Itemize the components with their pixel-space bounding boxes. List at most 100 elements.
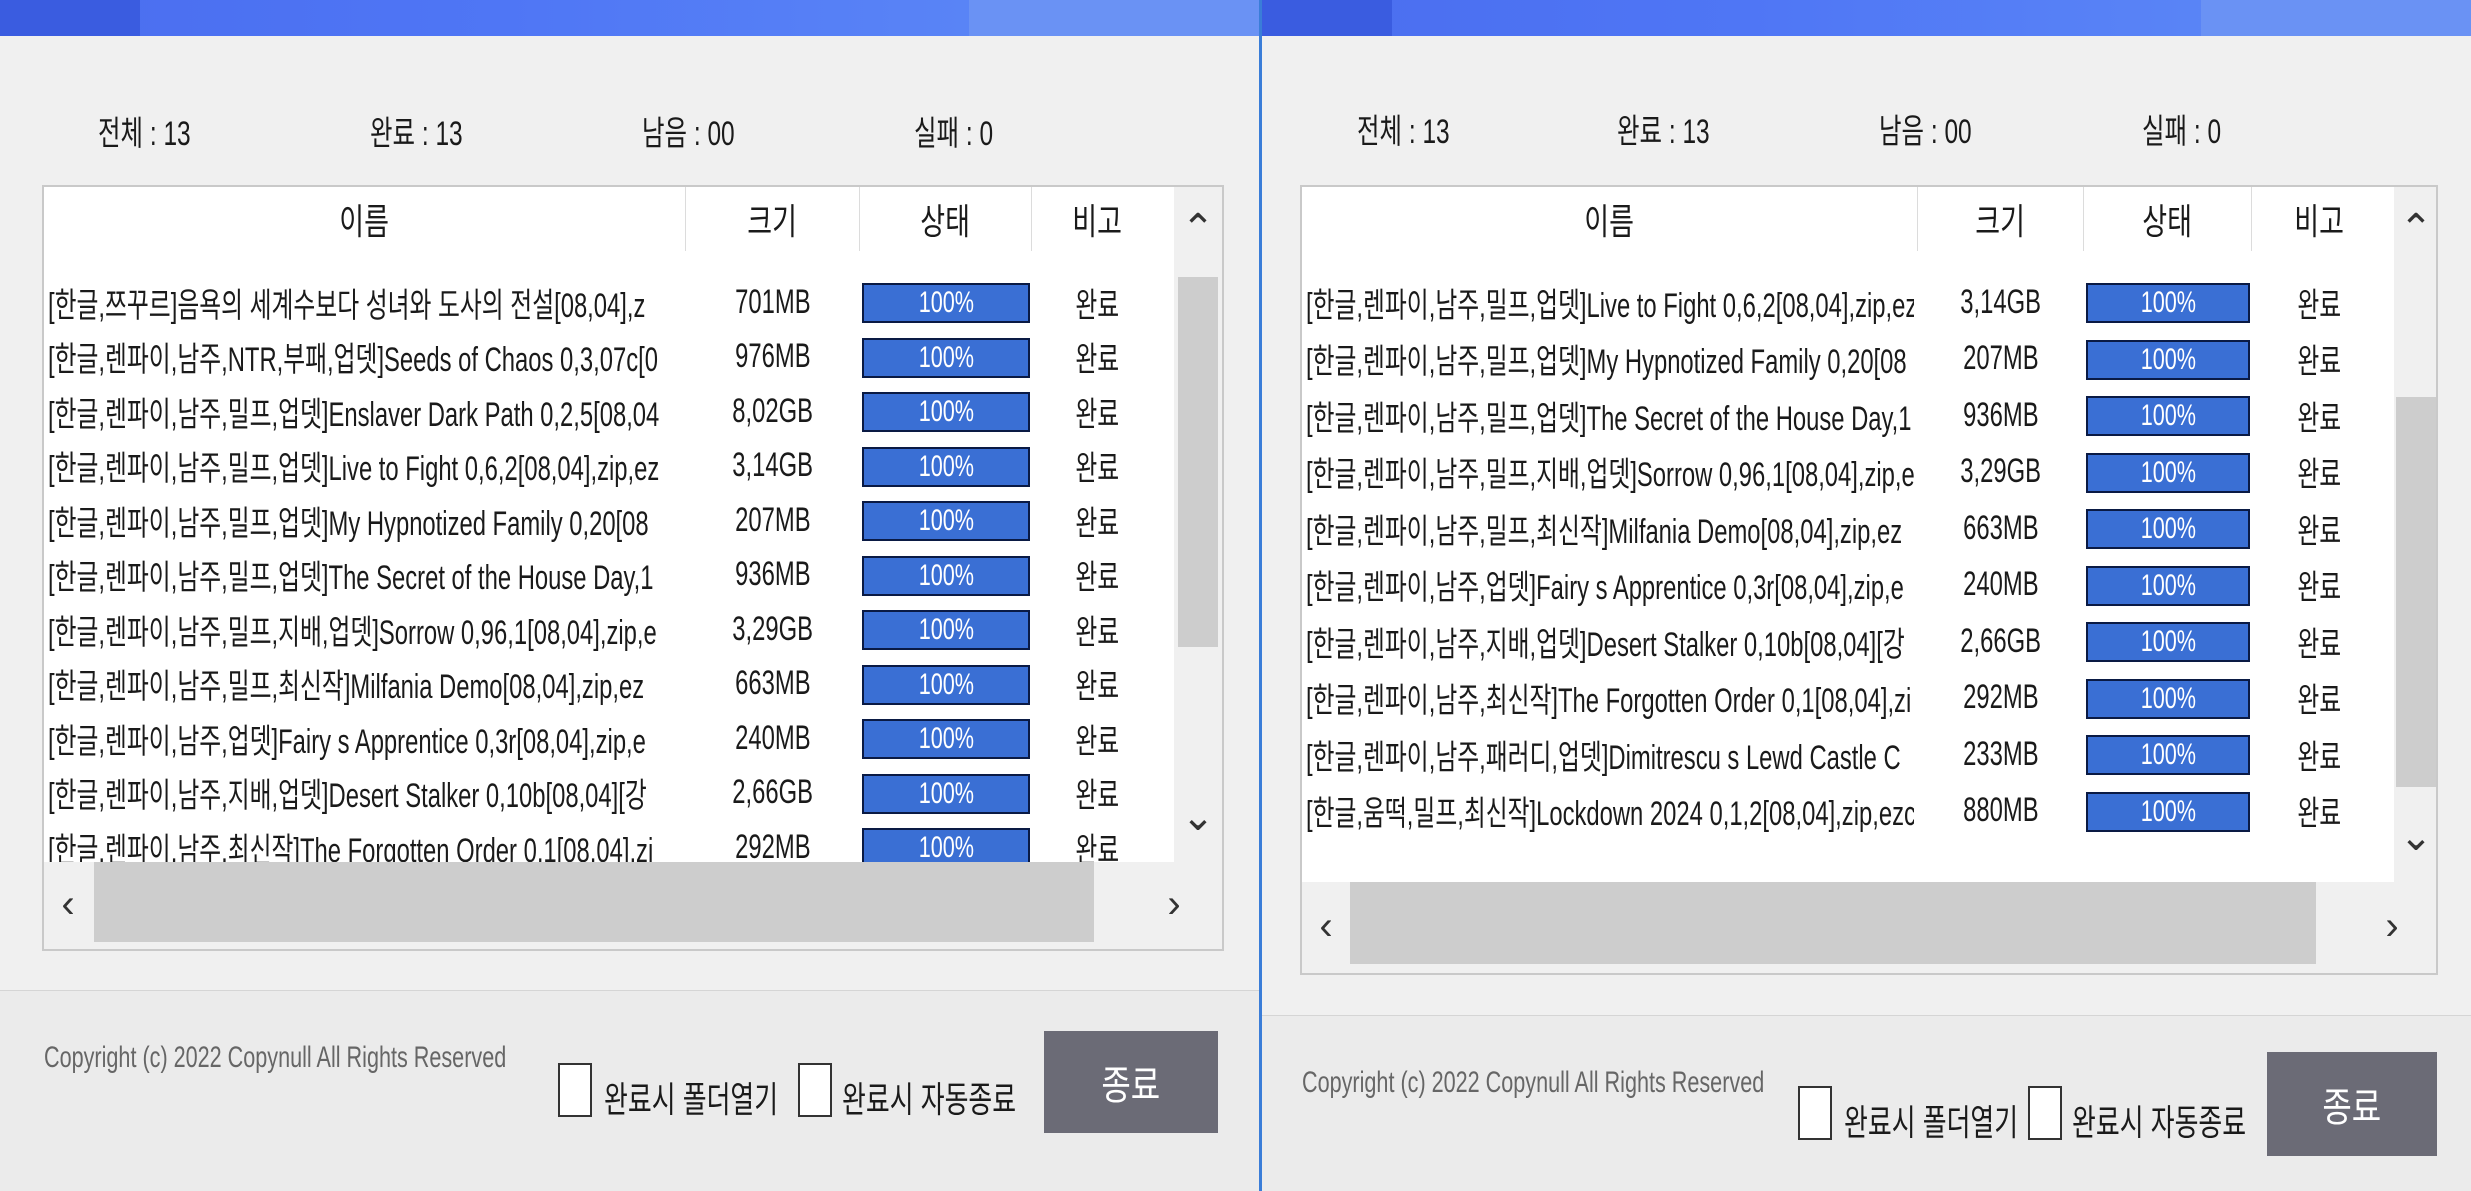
table-row[interactable]: [한글,렌파이,남주,패러디,업뎃]Dimitrescu s Lewd Cast… [1302, 727, 2392, 781]
column-header-size[interactable]: 크기 [686, 187, 860, 251]
table-row[interactable]: [한글,렌파이,남주,밀프,업뎃]Live to Fight 0,6,2[08,… [1302, 275, 2392, 329]
file-name: [한글,렌파이,남주,패러디,업뎃]Dimitrescu s Lewd Cast… [1306, 738, 1901, 777]
horizontal-scroll-thumb[interactable] [1350, 882, 2316, 964]
progress-bar: 100% [2086, 735, 2250, 775]
horizontal-scroll-thumb[interactable] [94, 862, 1094, 942]
file-name: [한글,움떡,밀프,최신작]Lockdown 2024 0,1,2[08,04]… [1306, 795, 1914, 833]
failed-count: 실패 : 0 [2142, 113, 2222, 151]
file-size: 3,29GB [732, 609, 814, 648]
download-list[interactable]: 이름 크기 상태 비고 [한글,쯔꾸르]음욕의 세계수보다 성녀와 도사의 전설… [42, 185, 1224, 951]
footer: Copyright (c) 2022 Copynull All Rights R… [1262, 1015, 2471, 1191]
table-row[interactable]: [한글,렌파이,남주,밀프,업뎃]My Hypnotized Family 0,… [44, 493, 1172, 547]
file-size: 701MB [735, 282, 811, 321]
chevron-down-icon[interactable]: ⌄ [2396, 817, 2436, 857]
table-row[interactable]: [한글,렌파이,남주,밀프,업뎃]Live to Fight 0,6,2[08,… [44, 439, 1172, 493]
table-row[interactable]: [한글,렌파이,남주,밀프,업뎃]The Secret of the House… [1302, 388, 2392, 442]
horizontal-scrollbar[interactable]: ‹ › [1302, 882, 2436, 973]
chevron-right-icon[interactable]: › [1154, 884, 1194, 924]
table-row[interactable]: [한글,렌파이,남주,밀프,업뎃]My Hypnotized Family 0,… [1302, 332, 2392, 386]
chevron-left-icon[interactable]: ‹ [48, 884, 88, 924]
table-row[interactable]: [한글,렌파이,남주,밀프,최신작]Milfania Demo[08,04],z… [44, 657, 1172, 711]
table-row[interactable]: [한글,렌파이,남주,최신작]The Forgotten Order 0,1[0… [1302, 671, 2392, 725]
exit-button[interactable]: 종료 [1044, 1031, 1218, 1133]
status-note: 완료 [1075, 341, 1119, 379]
table-row[interactable]: [한글,쯔꾸르]음욕의 세계수보다 성녀와 도사의 전설[08,04],z 701… [44, 275, 1172, 329]
table-row[interactable]: [한글,렌파이,남주,밀프,지배,업뎃]Sorrow 0,96,1[08,04]… [44, 602, 1172, 656]
chevron-down-icon[interactable]: ⌄ [1178, 797, 1218, 837]
chevron-up-icon[interactable]: ⌃ [2396, 209, 2436, 249]
file-size: 240MB [735, 718, 811, 757]
file-size: 2,66GB [732, 773, 814, 811]
done-count: 완료 : 13 [1617, 113, 1710, 151]
file-size: 936MB [1963, 395, 2039, 434]
vertical-scrollbar[interactable]: ⌃ ⌄ [2394, 187, 2436, 882]
title-bar[interactable] [0, 0, 1259, 36]
file-size: 207MB [735, 500, 811, 539]
chevron-left-icon[interactable]: ‹ [1306, 906, 1346, 946]
file-size: 292MB [1963, 678, 2039, 716]
column-header-note[interactable]: 비고 [1032, 187, 1162, 251]
progress-bar: 100% [862, 283, 1030, 323]
file-name: [한글,렌파이,남주,밀프,업뎃]Enslaver Dark Path 0,2,… [48, 395, 660, 434]
exit-button[interactable]: 종료 [2267, 1052, 2437, 1156]
status-note: 완료 [1075, 504, 1119, 543]
file-name: [한글,렌파이,남주,지배,업뎃]Desert Stalker 0,10b[08… [1306, 625, 1905, 664]
title-bar-segment [0, 0, 140, 36]
status-note: 완료 [2297, 738, 2341, 777]
status-note: 완료 [1075, 286, 1119, 325]
table-row[interactable]: [한글,렌파이,남주,밀프,업뎃]Enslaver Dark Path 0,2,… [44, 384, 1172, 438]
progress-bar: 100% [2086, 283, 2250, 323]
copyright-text: Copyright (c) 2022 Copynull All Rights R… [1302, 1066, 1765, 1099]
progress-bar: 100% [862, 664, 1030, 705]
vertical-scroll-thumb[interactable] [2396, 397, 2436, 787]
status-note: 완료 [1075, 395, 1119, 434]
total-count: 전체 : 13 [98, 115, 191, 153]
file-name: [한글,렌파이,남주,업뎃]Fairy s Apprentice 0,3r[08… [48, 722, 646, 761]
file-name: [한글,렌파이,남주,밀프,업뎃]My Hypnotized Family 0,… [48, 504, 649, 543]
column-header-status[interactable]: 상태 [860, 187, 1032, 251]
download-list[interactable]: 이름 크기 상태 비고 [한글,렌파이,남주,밀프,업뎃]Live to Fig… [1300, 185, 2438, 975]
column-header-name[interactable]: 이름 [44, 187, 686, 251]
table-row[interactable]: [한글,렌파이,남주,밀프,업뎃]The Secret of the House… [44, 548, 1172, 602]
status-note: 완료 [2297, 286, 2341, 325]
horizontal-scrollbar[interactable]: ‹ › [44, 862, 1222, 949]
open-folder-checkbox[interactable] [558, 1063, 592, 1117]
table-row[interactable]: [한글,움떡,밀프,최신작]Lockdown 2024 0,1,2[08,04]… [1302, 784, 2392, 838]
table-row[interactable]: [한글,렌파이,남주,지배,업뎃]Desert Stalker 0,10b[08… [1302, 614, 2392, 668]
column-header-size[interactable]: 크기 [1918, 187, 2084, 251]
progress-bar: 100% [862, 392, 1030, 432]
chevron-up-icon[interactable]: ⌃ [1178, 209, 1218, 249]
file-size: 663MB [735, 664, 811, 702]
vertical-scroll-thumb[interactable] [1178, 277, 1218, 647]
status-note: 완료 [1075, 450, 1119, 488]
column-header-status[interactable]: 상태 [2084, 187, 2252, 251]
auto-exit-checkbox[interactable] [2028, 1086, 2062, 1140]
chevron-right-icon[interactable]: › [2372, 906, 2412, 946]
table-row[interactable]: [한글,렌파이,남주,업뎃]Fairy s Apprentice 0,3r[08… [44, 711, 1172, 765]
table-row[interactable]: [한글,렌파이,남주,NTR,부패,업뎃]Seeds of Chaos 0,3,… [44, 330, 1172, 384]
status-note: 완료 [2297, 512, 2341, 551]
table-row[interactable]: [한글,렌파이,남주,업뎃]Fairy s Apprentice 0,3r[08… [1302, 558, 2392, 612]
vertical-scrollbar[interactable]: ⌃ ⌄ [1174, 187, 1222, 862]
column-header-name[interactable]: 이름 [1302, 187, 1918, 251]
table-row[interactable]: [한글,렌파이,남주,밀프,최신작]Milfania Demo[08,04],z… [1302, 501, 2392, 555]
status-note: 완료 [1075, 777, 1119, 815]
auto-exit-label: 완료시 자동종료 [842, 1079, 1017, 1120]
progress-bar: 100% [862, 610, 1030, 650]
status-note: 완료 [2297, 625, 2341, 664]
open-folder-checkbox[interactable] [1798, 1086, 1832, 1140]
progress-bar: 100% [862, 773, 1030, 814]
auto-exit-label: 완료시 자동종료 [2072, 1102, 2247, 1143]
table-row[interactable]: [한글,렌파이,남주,지배,업뎃]Desert Stalker 0,10b[08… [44, 766, 1172, 820]
file-size: 936MB [735, 555, 811, 593]
column-header-note[interactable]: 비고 [2252, 187, 2386, 251]
file-name: [한글,쯔꾸르]음욕의 세계수보다 성녀와 도사의 전설[08,04],z [48, 286, 646, 325]
file-name: [한글,렌파이,남주,밀프,최신작]Milfania Demo[08,04],z… [1306, 512, 1903, 551]
auto-exit-checkbox[interactable] [798, 1063, 832, 1117]
download-window-right: 전체 : 13 완료 : 13 남음 : 00 실패 : 0 이름 크기 상태 … [1262, 0, 2471, 1191]
table-row[interactable]: [한글,렌파이,남주,밀프,지배,업뎃]Sorrow 0,96,1[08,04]… [1302, 445, 2392, 499]
title-bar[interactable] [1262, 0, 2471, 36]
status-note: 완료 [2297, 399, 2341, 438]
status-note: 완료 [2297, 795, 2341, 833]
status-note: 완료 [2297, 682, 2341, 720]
